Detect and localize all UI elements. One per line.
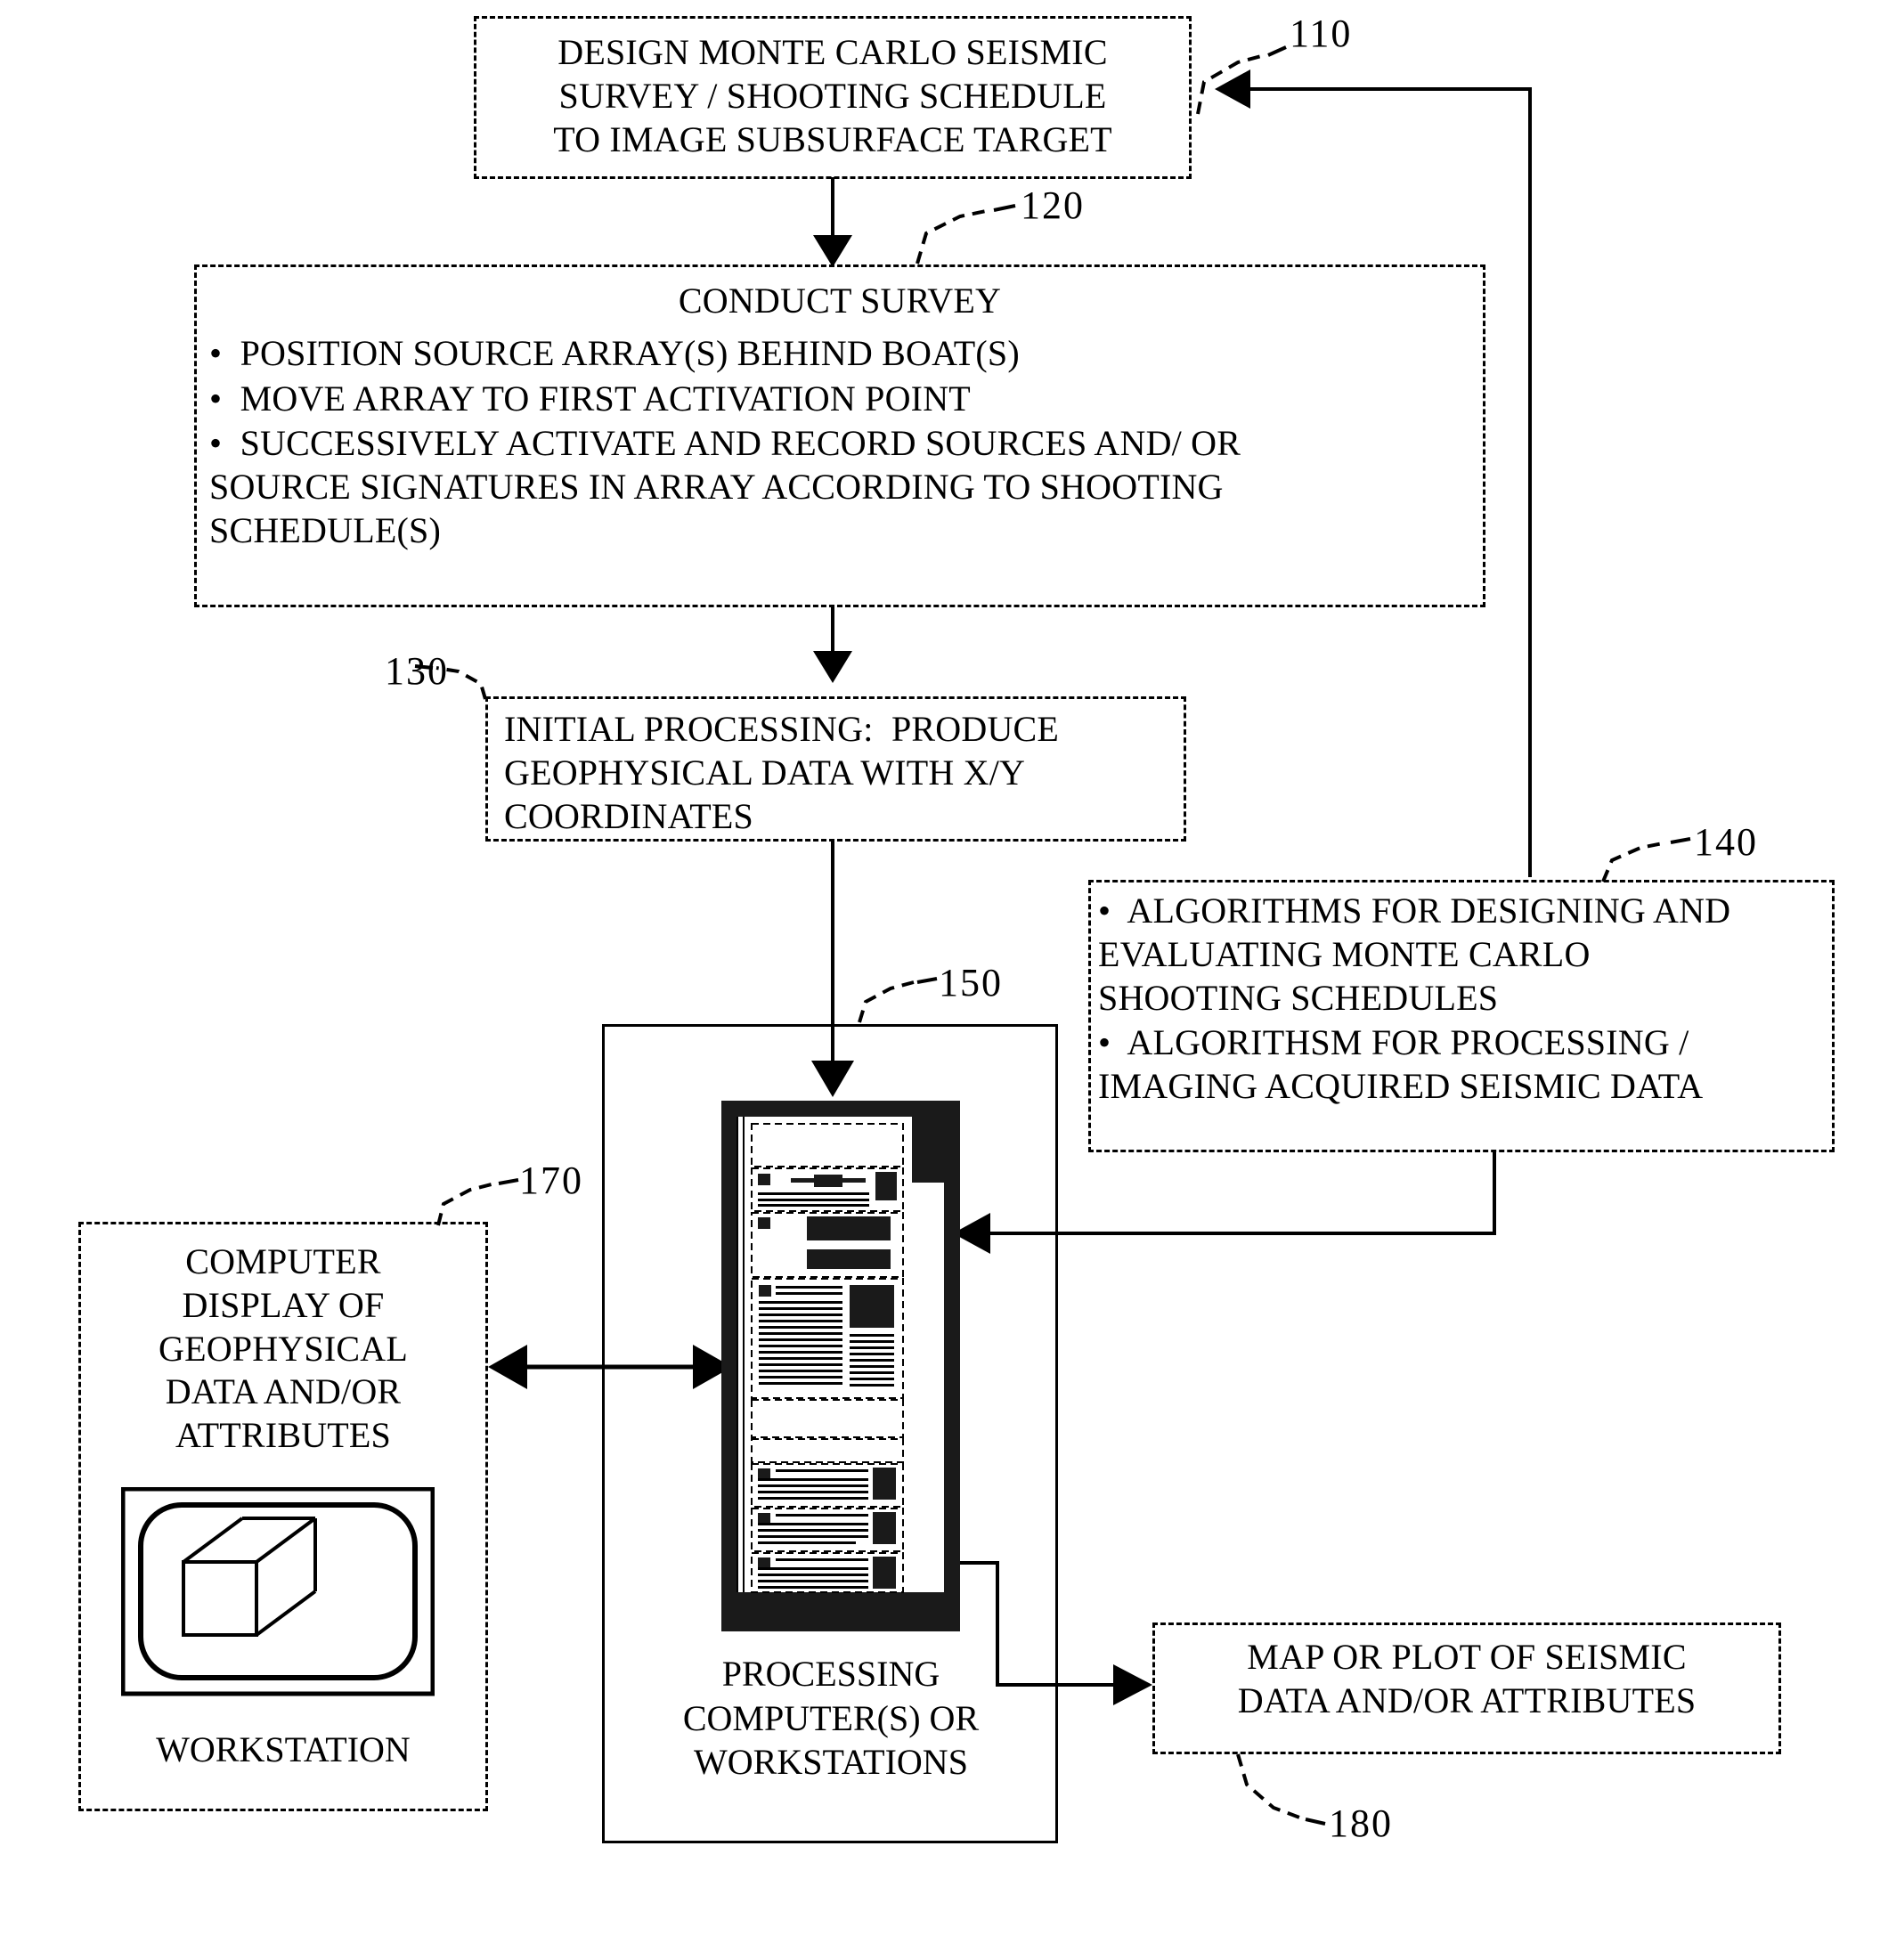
box-algorithms: • ALGORITHMS FOR DESIGNING AND EVALUATIN… — [1088, 880, 1835, 1152]
workstation-monitor-svg — [120, 1486, 435, 1696]
ref-120: 120 — [1021, 183, 1085, 227]
box-conduct-bullet-1: • POSITION SOURCE ARRAY(S) BEHIND BOAT(S… — [209, 332, 1020, 373]
arrow-design-to-conduct — [813, 177, 852, 267]
ref-130: 130 — [385, 649, 449, 693]
processing-computer-caption: PROCESSING COMPUTER(S) OR WORKSTATIONS — [682, 1654, 980, 1783]
box-algorithms-bullet-1: • ALGORITHMS FOR DESIGNING AND EVALUATIN… — [1098, 891, 1731, 1018]
ref-180: 180 — [1329, 1801, 1393, 1845]
box-initial-processing: INITIAL PROCESSING: PRODUCE GEOPHYSICAL … — [485, 696, 1186, 842]
box-conduct-bullet-2: • MOVE ARRAY TO FIRST ACTIVATION POINT — [209, 378, 971, 419]
box-display-text: COMPUTER DISPLAY OF GEOPHYSICAL DATA AND… — [159, 1241, 408, 1456]
ref-140: 140 — [1694, 820, 1758, 864]
workstation-monitor-graphic — [120, 1486, 435, 1720]
arrow-conduct-to-initial — [813, 606, 852, 683]
box-design-text: DESIGN MONTE CARLO SEISMIC SURVEY / SHOO… — [553, 32, 1112, 159]
ref-170: 170 — [519, 1159, 583, 1202]
box-design-monte-carlo: DESIGN MONTE CARLO SEISMIC SURVEY / SHOO… — [474, 16, 1192, 179]
box-algorithms-bullet-2: • ALGORITHSM FOR PROCESSING / IMAGING AC… — [1098, 1022, 1704, 1107]
box-conduct-survey: CONDUCT SURVEY • POSITION SOURCE ARRAY(S… — [194, 264, 1485, 607]
ref-110: 110 — [1290, 12, 1353, 55]
computer-tower-graphic — [721, 1101, 960, 1631]
patent-figure-canvas: DESIGN MONTE CARLO SEISMIC SURVEY / SHOO… — [0, 0, 1880, 1960]
ref-150: 150 — [939, 961, 1003, 1004]
box-output-text: MAP OR PLOT OF SEISMIC DATA AND/OR ATTRI… — [1237, 1637, 1697, 1720]
computer-tower-svg — [721, 1101, 960, 1631]
box-map-or-plot: MAP OR PLOT OF SEISMIC DATA AND/OR ATTRI… — [1152, 1622, 1781, 1754]
workstation-caption: WORKSTATION — [156, 1729, 411, 1769]
box-initial-text: INITIAL PROCESSING: PRODUCE GEOPHYSICAL … — [504, 709, 1060, 836]
box-conduct-bullet-3: • SUCCESSIVELY ACTIVATE AND RECORD SOURC… — [209, 423, 1241, 550]
box-conduct-heading: CONDUCT SURVEY — [678, 281, 1002, 321]
